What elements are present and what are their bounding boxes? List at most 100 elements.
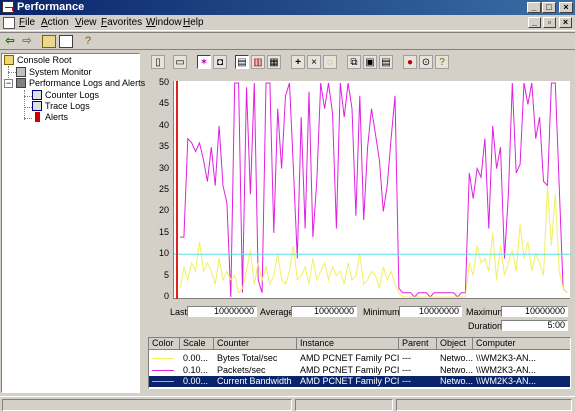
- minimum-label: Minimum: [363, 307, 400, 317]
- y-tick-label: 45: [158, 98, 169, 109]
- freeze-display-icon[interactable]: ●: [403, 55, 417, 69]
- legend-parent: ---: [402, 353, 411, 363]
- update-data-icon[interactable]: ⊙: [419, 55, 433, 69]
- window-title: Performance: [17, 1, 85, 13]
- tree-connector: [24, 118, 32, 119]
- delete-icon[interactable]: ×: [307, 55, 321, 69]
- column-header-object[interactable]: Object: [437, 338, 473, 350]
- column-header-parent[interactable]: Parent: [399, 338, 437, 350]
- paste-counter-list-icon[interactable]: ▣: [363, 55, 377, 69]
- help-icon[interactable]: ?: [435, 55, 449, 69]
- properties-icon[interactable]: ▤: [379, 55, 393, 69]
- y-tick-label: 15: [158, 226, 169, 237]
- new-counter-set-icon[interactable]: ▯: [151, 55, 165, 69]
- legend-parent: ---: [402, 365, 411, 375]
- menu-help[interactable]: Help: [183, 17, 204, 28]
- status-bar: [0, 396, 575, 412]
- legend-computer: \\WM2K3-AN...: [476, 365, 537, 375]
- column-header-color[interactable]: Color: [149, 338, 180, 350]
- view-report-icon[interactable]: ▦: [267, 55, 281, 69]
- mdi-restore-icon[interactable]: ▫: [543, 17, 556, 28]
- collapse-icon[interactable]: −: [4, 79, 13, 88]
- legend-color-swatch: [152, 358, 174, 359]
- legend-header: Color Scale Counter Instance Parent Obje…: [149, 338, 570, 350]
- legend-counter: Current Bandwidth: [217, 376, 292, 386]
- counter-log-icon: [32, 90, 42, 100]
- menu-window[interactable]: Window: [146, 17, 182, 28]
- clear-display-icon[interactable]: ▭: [173, 55, 187, 69]
- highlight-icon[interactable]: ◌: [323, 55, 337, 69]
- legend-row[interactable]: 0.00... Bytes Total/sec AMD PCNET Family…: [149, 353, 570, 364]
- column-header-scale[interactable]: Scale: [180, 338, 214, 350]
- legend-row-selected[interactable]: 0.00... Current Bandwidth AMD PCNET Fami…: [149, 376, 570, 387]
- monitor-icon: [16, 67, 26, 77]
- tree-item-performance-logs-alerts[interactable]: Performance Logs and Alerts: [16, 78, 145, 90]
- system-monitor-pane: ▯ ▭ ✶ ◘ ▤ ▥ ▦ + × ◌ ⧉ ▣ ▤ ● ⊙ ? 0 5 10 15 20…: [143, 53, 574, 393]
- view-histogram-icon[interactable]: ▥: [251, 55, 265, 69]
- up-folder-icon[interactable]: [42, 35, 56, 48]
- legend-instance: AMD PCNET Family PCI Et...: [300, 376, 399, 386]
- duration-label: Duration: [468, 321, 503, 331]
- maximize-icon[interactable]: □: [542, 2, 556, 13]
- y-tick-label: 5: [163, 269, 169, 280]
- tree-label: Counter Logs: [45, 90, 100, 100]
- legend-scale: 0.10...: [183, 365, 209, 375]
- tree-item-alerts[interactable]: Alerts: [32, 112, 68, 124]
- view-log-data-icon[interactable]: ◘: [213, 55, 227, 69]
- trace-log-icon: [32, 101, 42, 111]
- document-icon[interactable]: [3, 17, 15, 29]
- column-header-instance[interactable]: Instance: [297, 338, 399, 350]
- legend-computer: \\WM2K3-AN...: [476, 376, 537, 386]
- tree-label: Performance Logs and Alerts: [29, 78, 146, 88]
- tree-connector: [24, 107, 32, 108]
- legend-instance: AMD PCNET Family PCI Et...: [300, 365, 399, 375]
- minimum-value: 10000000: [399, 306, 462, 317]
- y-tick-label: 25: [158, 184, 169, 194]
- maximum-label: Maximum: [466, 307, 506, 317]
- legend-scale: 0.00...: [183, 376, 209, 386]
- status-panel: [396, 399, 572, 411]
- maximum-value: 10000000: [501, 306, 568, 317]
- back-icon[interactable]: ⇦: [3, 35, 17, 48]
- menu-view[interactable]: View: [75, 17, 97, 28]
- mdi-minimize-icon[interactable]: _: [528, 17, 541, 28]
- legend-row[interactable]: 0.10... Packets/sec AMD PCNET Family PCI…: [149, 365, 570, 376]
- add-icon[interactable]: +: [291, 55, 305, 69]
- tree-label: System Monitor: [29, 67, 92, 77]
- tree-item-console-root[interactable]: Console Root: [4, 55, 72, 67]
- copy-properties-icon[interactable]: ⧉: [347, 55, 361, 69]
- menu-file[interactable]: File: [19, 17, 35, 28]
- counter-legend[interactable]: Color Scale Counter Instance Parent Obje…: [148, 337, 571, 389]
- forward-icon[interactable]: ⇨: [20, 35, 34, 48]
- last-value: 10000000: [187, 306, 257, 317]
- legend-counter: Bytes Total/sec: [217, 353, 278, 363]
- graph-svg: [174, 81, 571, 299]
- minimize-icon[interactable]: _: [527, 2, 541, 13]
- legend-color-swatch: [152, 370, 174, 371]
- menu-bar: File Action View Favorites Window Help _…: [0, 15, 575, 31]
- tree-label: Trace Logs: [45, 101, 90, 111]
- column-header-computer[interactable]: Computer: [473, 338, 570, 350]
- menu-action[interactable]: Action: [41, 17, 69, 28]
- status-panel: [295, 399, 393, 411]
- column-header-counter[interactable]: Counter: [214, 338, 297, 350]
- performance-app-icon[interactable]: [2, 1, 14, 13]
- alert-icon: [35, 112, 40, 122]
- view-graph-icon[interactable]: ▤: [235, 55, 249, 69]
- menu-favorites[interactable]: Favorites: [101, 17, 142, 28]
- y-tick-label: 40: [158, 119, 169, 130]
- main-toolbar: ⇦ ⇨ ?: [0, 32, 575, 50]
- tree-connector: [24, 90, 25, 120]
- y-tick-label: 30: [158, 162, 169, 173]
- help-icon[interactable]: ?: [81, 35, 95, 48]
- mdi-close-icon[interactable]: ×: [559, 17, 572, 28]
- show-hide-tree-icon[interactable]: [59, 35, 73, 48]
- last-label: Last: [170, 307, 188, 317]
- legend-counter: Packets/sec: [217, 365, 266, 375]
- legend-object: Netwo...: [440, 376, 473, 386]
- legend-parent: ---: [402, 376, 411, 386]
- close-icon[interactable]: ×: [559, 2, 573, 13]
- graph-plot[interactable]: [173, 81, 571, 299]
- view-current-activity-icon[interactable]: ✶: [197, 55, 211, 69]
- window-titlebar[interactable]: Performance _ □ ×: [0, 0, 575, 15]
